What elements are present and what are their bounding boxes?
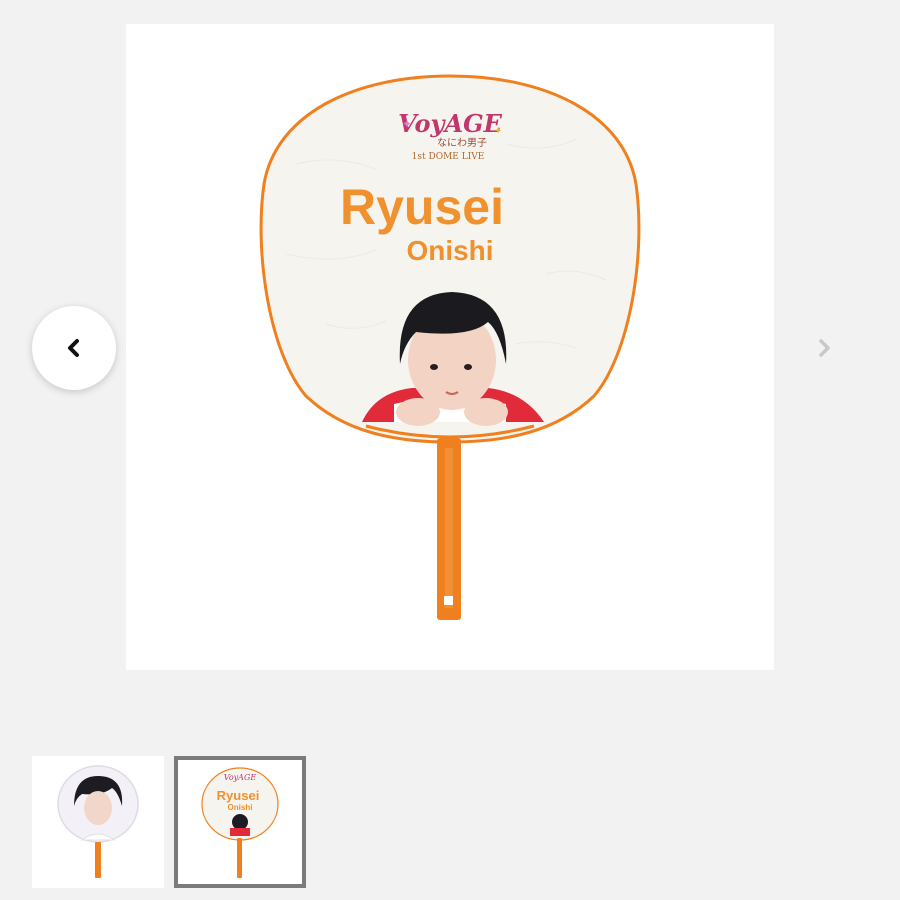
thumbnail-1[interactable]	[32, 756, 164, 888]
thumbnail-fan-front: VoyAGE Ryusei Onishi	[201, 767, 279, 878]
thumbnail-2-selected[interactable]: VoyAGE Ryusei Onishi	[174, 756, 306, 888]
logo-sub-jp: なにわ男子	[437, 137, 487, 149]
chevron-left-icon	[68, 339, 79, 357]
next-image-button[interactable]	[800, 324, 848, 372]
thumb-name-first: Ryusei	[217, 788, 260, 803]
thumb-name-last: Onishi	[228, 803, 253, 812]
voyage-logo: VoyAGE	[398, 109, 502, 138]
thumb-logo: VoyAGE	[224, 773, 257, 782]
uchiwa-fan-illustration: VoyAGE なにわ男子 1st DOME LIVE ✦ ✦ Ryusei On…	[259, 74, 641, 620]
chevron-right-icon	[819, 339, 830, 357]
main-product-image: VoyAGE なにわ男子 1st DOME LIVE ✦ ✦ Ryusei On…	[126, 24, 774, 670]
sparkle-icon: ✦	[494, 126, 502, 137]
name-first: Ryusei	[340, 179, 504, 235]
thumbnail-fan-back	[57, 765, 139, 878]
logo-sub-en: 1st DOME LIVE	[412, 152, 485, 162]
name-last: Onishi	[406, 235, 493, 266]
previous-image-button[interactable]	[32, 306, 116, 390]
sparkle-icon: ✦	[402, 117, 412, 131]
